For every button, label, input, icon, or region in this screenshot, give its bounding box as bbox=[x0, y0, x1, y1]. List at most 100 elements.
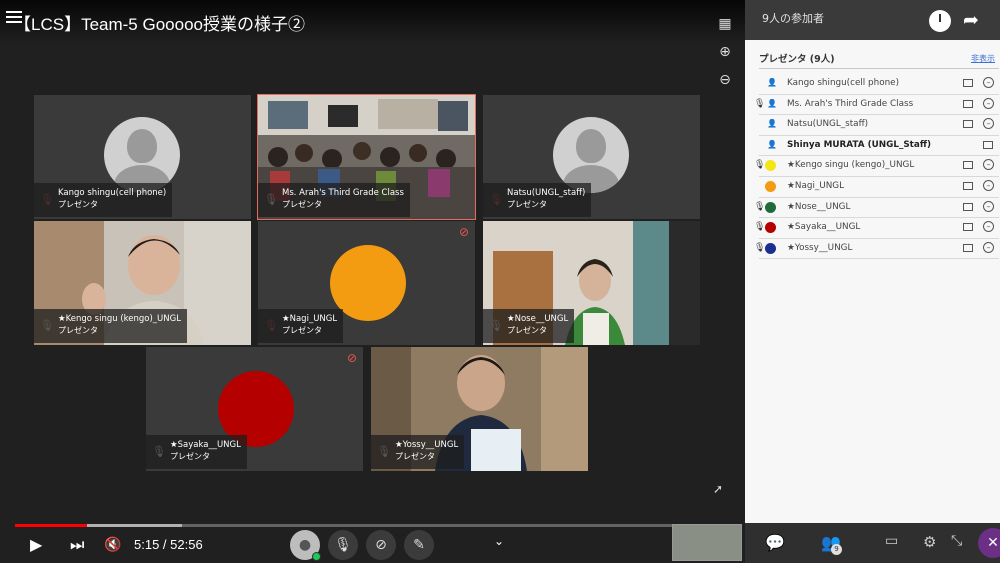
layout-icon[interactable] bbox=[963, 79, 973, 87]
participant-name: ★Yossy__UNGL bbox=[787, 242, 853, 253]
participant-row[interactable]: 🎙 👤 Ms. Arah's Third Grade Class – bbox=[745, 95, 1000, 116]
tile-name: Kango shingu(cell phone) bbox=[58, 188, 167, 198]
tile-role: プレゼンタ bbox=[282, 200, 322, 209]
remove-icon[interactable]: – bbox=[983, 221, 994, 233]
settings-icon[interactable]: ⚙ bbox=[923, 533, 936, 551]
next-icon[interactable]: ⏭ bbox=[70, 534, 84, 556]
hide-link[interactable]: 非表示 bbox=[971, 53, 995, 64]
person-icon: 👤 bbox=[767, 139, 777, 149]
user-avatar-icon[interactable]: ● bbox=[290, 530, 321, 561]
divider bbox=[759, 68, 999, 69]
person-icon: 👤 bbox=[767, 78, 777, 87]
participant-row[interactable]: 🎙 ★Yossy__UNGL – bbox=[745, 239, 1000, 260]
captions-icon[interactable]: ▭ bbox=[885, 533, 898, 549]
participant-row[interactable]: ★Nagi_UNGL – bbox=[745, 177, 1000, 198]
participant-name: Ms. Arah's Third Grade Class bbox=[787, 98, 914, 109]
participant-row[interactable]: 🎙 ★Nose__UNGL – bbox=[745, 198, 1000, 219]
layout-icon[interactable] bbox=[963, 99, 973, 108]
video-tile[interactable]: 🎙 ★Kengo singu (kengo)_UNGL プレゼンタ bbox=[34, 221, 251, 345]
participant-name: ★Nagi_UNGL bbox=[787, 180, 845, 191]
participant-name: Kango shingu(cell phone) bbox=[787, 78, 900, 88]
tile-caption: ★Sayaka__UNGL プレゼンタ bbox=[146, 435, 247, 469]
default-avatar bbox=[553, 117, 629, 193]
video-thumbnail[interactable] bbox=[672, 524, 742, 561]
layout-icon[interactable] bbox=[963, 181, 973, 190]
layout-icon[interactable] bbox=[963, 243, 973, 252]
tile-name: ★Sayaka__UNGL bbox=[170, 440, 241, 450]
participant-row[interactable]: 👤 Natsu(UNGL_staff) – bbox=[745, 115, 1000, 136]
video-tile[interactable]: ⊘ 🎙 ★Sayaka__UNGL プレゼンタ bbox=[146, 347, 363, 471]
layout-icon[interactable] bbox=[963, 161, 973, 170]
tile-name: ★Kengo singu (kengo)_UNGL bbox=[58, 314, 181, 324]
layout-icon[interactable] bbox=[963, 223, 973, 232]
exit-fullscreen-icon[interactable]: ⤡ bbox=[951, 533, 962, 549]
zoom-out-icon[interactable]: ⊖ bbox=[712, 68, 738, 92]
share-off-button[interactable]: ✎ bbox=[404, 530, 434, 560]
video-player[interactable]: 🎙 Kango shingu(cell phone) プレゼンタ bbox=[0, 0, 745, 563]
chevron-down-icon[interactable]: ⌄ bbox=[494, 534, 504, 548]
video-title[interactable]: 【LCS】Team-5 Gooooo授業の様子② bbox=[14, 10, 305, 35]
close-meeting-icon[interactable]: ✕ bbox=[978, 528, 1000, 558]
time-separator: / bbox=[159, 537, 171, 552]
video-tile[interactable]: 🎙 Natsu(UNGL_staff) プレゼンタ bbox=[483, 95, 700, 219]
remove-icon[interactable]: – bbox=[983, 179, 994, 191]
mic-off-button[interactable]: 🎙 bbox=[328, 530, 358, 560]
mic-icon: 🎙 bbox=[754, 98, 766, 109]
participant-name: Natsu(UNGL_staff) bbox=[787, 119, 869, 130]
video-tile[interactable]: 🎙 ★Nose__UNGL プレゼンタ bbox=[483, 221, 700, 345]
chat-icon[interactable]: 💬 bbox=[765, 533, 785, 552]
time-total: 52:56 bbox=[170, 537, 203, 552]
layout-icon[interactable] bbox=[983, 140, 993, 149]
video-tile[interactable]: 🎙 Kango shingu(cell phone) プレゼンタ bbox=[34, 95, 251, 219]
tile-caption: ★Kengo singu (kengo)_UNGL プレゼンタ bbox=[34, 309, 187, 343]
app-root: 🎙 Kango shingu(cell phone) プレゼンタ bbox=[0, 0, 1000, 563]
participant-row[interactable]: 🎙 ★Kengo singu (kengo)_UNGL – bbox=[745, 156, 1000, 177]
mic-icon: 🎙 bbox=[754, 160, 766, 171]
participants-panel: 9人の参加者 ➦ プレゼンタ (9人) 非表示 👤 Kango shingu(c… bbox=[745, 0, 1000, 563]
tile-role: プレゼンタ bbox=[58, 326, 98, 335]
zoom-toolbar: ▦ ⊕ ⊖ bbox=[712, 12, 738, 96]
remove-icon[interactable]: – bbox=[983, 200, 994, 212]
video-tile[interactable]: ⊘ 🎙 ★Nagi_UNGL プレゼンタ bbox=[258, 221, 475, 345]
camera-off-button[interactable]: ⊘ bbox=[366, 530, 396, 560]
tile-role: プレゼンタ bbox=[395, 452, 435, 461]
camera-off-icon: ⊘ bbox=[458, 225, 469, 239]
remove-icon[interactable]: – bbox=[983, 118, 994, 130]
tile-caption: Kango shingu(cell phone) プレゼンタ bbox=[34, 183, 173, 217]
participant-row[interactable]: 👤 Kango shingu(cell phone) – bbox=[745, 74, 1000, 95]
panel-header: 9人の参加者 ➦ bbox=[745, 0, 1000, 40]
video-tile-active[interactable]: 🎙 Ms. Arah's Third Grade Class プレゼンタ bbox=[257, 94, 476, 220]
watch-later-icon[interactable] bbox=[929, 10, 951, 32]
layout-icon[interactable] bbox=[963, 202, 973, 211]
color-dot bbox=[765, 242, 776, 254]
participant-row[interactable]: 🎙 ★Sayaka__UNGL – bbox=[745, 218, 1000, 239]
remove-icon[interactable]: – bbox=[983, 159, 994, 171]
participant-row-self[interactable]: 👤 Shinya MURATA (UNGL_Staff) bbox=[745, 136, 1000, 157]
share-icon[interactable]: ➦ bbox=[963, 9, 979, 31]
grid-layout-icon[interactable]: ▦ bbox=[712, 12, 738, 36]
tile-caption: ★Nose__UNGL プレゼンタ bbox=[483, 309, 575, 343]
color-dot bbox=[765, 201, 776, 213]
tile-name: ★Yossy__UNGL bbox=[395, 440, 459, 450]
player-controls: ▶ ⏭ 🔇 5:15 / 52:56 ● 🎙 ⊘ ✎ ⌄ bbox=[0, 528, 745, 563]
layout-icon[interactable] bbox=[963, 120, 973, 129]
person-icon: 👤 bbox=[767, 119, 777, 129]
tile-name: ★Nagi_UNGL bbox=[282, 314, 338, 324]
remove-icon[interactable]: – bbox=[983, 97, 994, 109]
section-title: プレゼンタ (9人) bbox=[759, 54, 835, 65]
participant-name: Shinya MURATA (UNGL_Staff) bbox=[787, 139, 931, 150]
tile-role: プレゼンタ bbox=[58, 200, 98, 209]
remove-icon[interactable]: – bbox=[983, 241, 994, 253]
remove-icon[interactable]: – bbox=[983, 77, 994, 88]
color-dot bbox=[765, 180, 776, 192]
tile-name: ★Nose__UNGL bbox=[507, 314, 569, 324]
participant-count: 9人の参加者 bbox=[762, 12, 824, 25]
volume-muted-icon[interactable]: 🔇 bbox=[104, 534, 121, 556]
progress-bar[interactable] bbox=[15, 524, 740, 527]
person-icon: 👤 bbox=[767, 98, 777, 108]
video-tile[interactable]: 🎙 ★Yossy__UNGL プレゼンタ bbox=[371, 347, 588, 471]
mouse-cursor-icon: ➚ bbox=[713, 482, 724, 496]
zoom-in-icon[interactable]: ⊕ bbox=[712, 40, 738, 64]
play-icon[interactable]: ▶ bbox=[30, 534, 42, 556]
panel-footer: 💬 👥 9 ▭ ⚙ ⤡ ✕ bbox=[745, 523, 1000, 563]
